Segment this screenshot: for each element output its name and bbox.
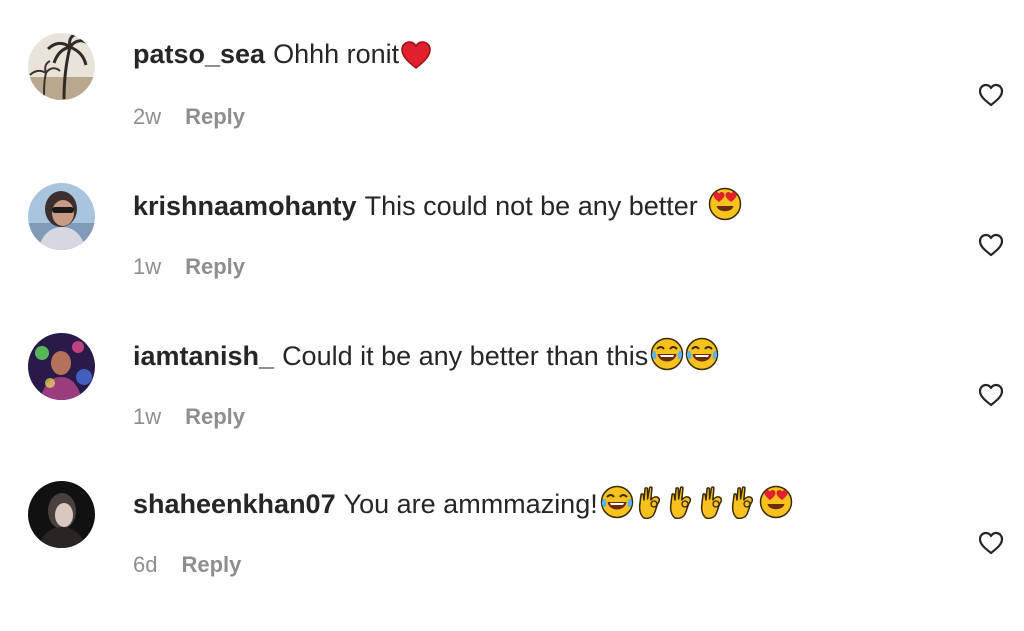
emoji-group: [401, 41, 432, 69]
timestamp: 1w: [133, 404, 162, 429]
joy-icon: [600, 485, 633, 519]
emoji-group: [650, 337, 720, 371]
avatar[interactable]: [28, 33, 95, 100]
heart-outline-icon: [978, 383, 1004, 407]
party-avatar-icon: [28, 333, 95, 400]
comment-text: krishnaamohanty This could not be any bet…: [133, 187, 743, 223]
joy-icon: [651, 337, 684, 371]
ok-hand-icon: [700, 486, 722, 519]
like-button[interactable]: [978, 383, 1004, 407]
emoji-group: [600, 485, 794, 519]
timestamp: 1w: [133, 254, 162, 279]
comment-meta: 6d Reply: [133, 551, 241, 579]
comment-item: krishnaamohanty This could not be any bet…: [0, 183, 1024, 333]
comment-meta: 2w Reply: [133, 103, 245, 131]
comment-text: iamtanish_ Could it be any better than th…: [133, 337, 720, 373]
comment-item: iamtanish_ Could it be any better than th…: [0, 333, 1024, 483]
heart-eyes-icon: [708, 187, 742, 221]
username-link[interactable]: patso_sea: [133, 39, 265, 69]
like-button[interactable]: [978, 83, 1004, 107]
reply-button[interactable]: Reply: [185, 254, 245, 279]
username-link[interactable]: shaheenkhan07: [133, 489, 336, 519]
palm-tree-avatar-icon: [28, 33, 95, 100]
like-button[interactable]: [978, 531, 1004, 555]
avatar[interactable]: [28, 333, 95, 400]
red-heart-icon: [401, 41, 431, 69]
like-button[interactable]: [978, 233, 1004, 257]
username-link[interactable]: krishnaamohanty: [133, 191, 357, 221]
portrait-avatar-icon: [28, 481, 95, 548]
timestamp: 2w: [133, 104, 162, 129]
ok-hand-icon: [638, 486, 660, 519]
heart-outline-icon: [978, 531, 1004, 555]
username-link[interactable]: iamtanish_: [133, 341, 274, 371]
comment-body: Ohhh ronit: [273, 39, 400, 69]
joy-icon: [686, 337, 719, 371]
comment-body: You are ammmazing!: [343, 489, 598, 519]
heart-outline-icon: [978, 83, 1004, 107]
comment-text: shaheenkhan07 You are ammmazing!: [133, 485, 794, 521]
timestamp: 6d: [133, 552, 158, 577]
ok-hand-icon: [669, 486, 691, 519]
heart-eyes-icon: [759, 485, 792, 519]
emoji-group: [708, 187, 743, 221]
comment-item: patso_sea Ohhh ronit 2w Reply: [0, 33, 1024, 183]
comment-body: This could not be any better: [364, 191, 698, 221]
reply-button[interactable]: Reply: [185, 104, 245, 129]
avatar[interactable]: [28, 183, 95, 250]
comment-body: Could it be any better than this: [282, 341, 649, 371]
comment-meta: 1w Reply: [133, 253, 245, 281]
reply-button[interactable]: Reply: [185, 404, 245, 429]
comment-list: patso_sea Ohhh ronit 2w Reply krishnaamo…: [0, 0, 1024, 594]
reply-button[interactable]: Reply: [181, 552, 241, 577]
person-avatar-icon: [28, 183, 95, 250]
heart-outline-icon: [978, 233, 1004, 257]
comment-item: shaheenkhan07 You are ammmazing! 6d Repl…: [0, 481, 1024, 631]
comment-text: patso_sea Ohhh ronit: [133, 37, 432, 71]
ok-hand-icon: [731, 486, 753, 519]
comment-meta: 1w Reply: [133, 403, 245, 431]
avatar[interactable]: [28, 481, 95, 548]
